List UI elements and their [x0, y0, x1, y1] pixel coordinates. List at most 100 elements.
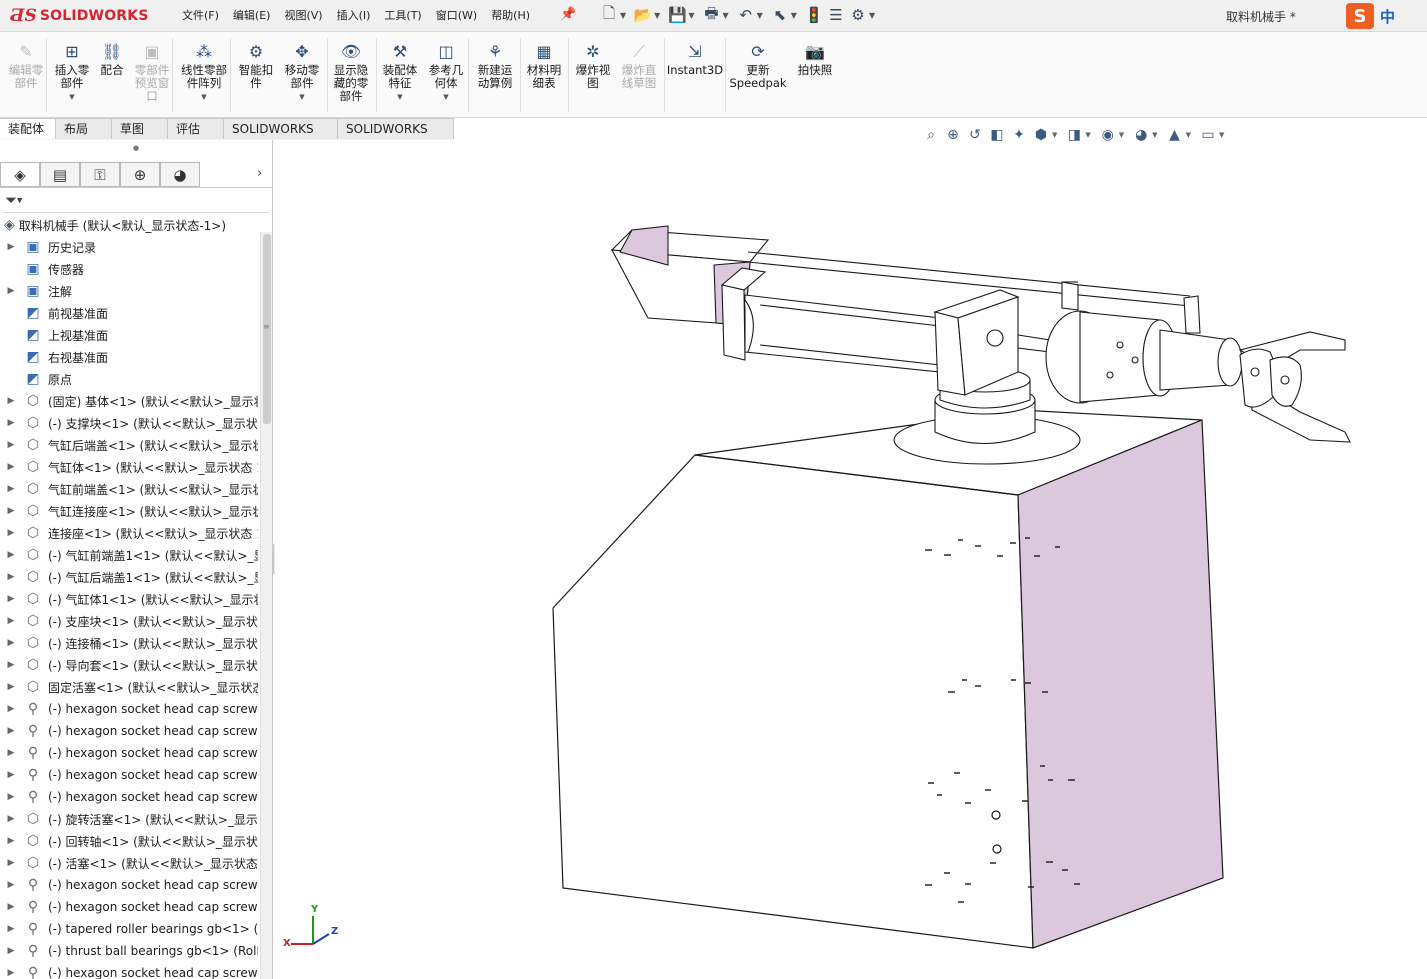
chevron-down-icon[interactable]: ▼: [1052, 131, 1057, 139]
explode-line-sketch-button[interactable]: ⟋ 爆炸直 线草图: [612, 42, 666, 90]
assembly-features-button[interactable]: ⚒ 装配体 特征 ▼: [374, 42, 426, 104]
tree-item[interactable]: ▶ ⬡ (-) 活塞<1> (默认<<默认>_显示状态 1: [0, 852, 258, 874]
expand-arrow-icon[interactable]: ▶: [0, 858, 22, 868]
menu-help[interactable]: 帮助(H): [491, 7, 530, 23]
insert-components-button[interactable]: ⊞ 插入零 部件 ▼: [46, 42, 98, 104]
tree-item[interactable]: ▶ ⬡ 连接座<1> (默认<<默认>_显示状态 1: [0, 522, 258, 544]
component-preview-button[interactable]: ▣ 零部件 预览窗 口: [126, 42, 178, 103]
expand-arrow-icon[interactable]: ▶: [0, 814, 22, 824]
tree-item[interactable]: ▶ ⚲ (-) hexagon socket head cap screws: [0, 962, 258, 979]
expand-arrow-icon[interactable]: ▶: [0, 748, 22, 758]
tab-1[interactable]: 布局: [56, 118, 112, 139]
tree-item[interactable]: ▶ ⬡ (-) 导向套<1> (默认<<默认>_显示状态: [0, 654, 258, 676]
ime-indicator[interactable]: S 中: [1346, 2, 1427, 30]
chevron-down-icon[interactable]: ▼: [722, 11, 728, 20]
tab-3[interactable]: 评估: [168, 118, 224, 139]
tree-item[interactable]: ▶ ⬡ 固定活塞<1> (默认<<默认>_显示状态: [0, 676, 258, 698]
section-view-icon[interactable]: ◧: [986, 124, 1008, 146]
tree-item[interactable]: ▶ ⬡ (固定) 基体<1> (默认<<默认>_显示状: [0, 390, 258, 412]
rotary-joint[interactable]: [1045, 295, 1243, 404]
expand-arrow-icon[interactable]: ▶: [0, 682, 22, 692]
expand-arrow-icon[interactable]: ▶: [0, 836, 22, 846]
chevron-down-icon[interactable]: ▼: [1219, 131, 1224, 139]
tree-item[interactable]: ▶ ⬡ 气缸连接座<1> (默认<<默认>_显示状: [0, 500, 258, 522]
expand-arrow-icon[interactable]: ▶: [0, 572, 22, 582]
smart-fasteners-button[interactable]: ⚙ 智能扣 件: [230, 42, 282, 90]
move-component-button[interactable]: ✥ 移动零 部件 ▼: [276, 42, 328, 104]
pin-menu-icon[interactable]: 📌: [560, 7, 576, 22]
tree-item[interactable]: ▶ ⚲ (-) hexagon socket head cap screws: [0, 698, 258, 720]
tree-item[interactable]: ▶ ⬡ 气缸体<1> (默认<<默认>_显示状态 1: [0, 456, 258, 478]
base-block[interactable]: [552, 409, 1224, 949]
select-icon[interactable]: ⬉: [769, 4, 791, 26]
expand-arrow-icon[interactable]: ▶: [0, 968, 22, 978]
view-orientation-icon[interactable]: ⬢: [1030, 124, 1052, 146]
menu-tools[interactable]: 工具(T): [384, 7, 421, 23]
tree-root-assembly[interactable]: ◈ 取料机械手 (默认<默认_显示状态-1>): [4, 216, 226, 234]
file-properties-icon[interactable]: ☰: [825, 4, 847, 26]
expand-arrow-icon[interactable]: ▶: [0, 704, 22, 714]
rebuild-icon[interactable]: 🚦: [803, 4, 825, 26]
dimxpert-manager-tab-icon[interactable]: ⊕: [120, 162, 160, 187]
expand-arrow-icon[interactable]: ▶: [0, 484, 22, 494]
tree-item[interactable]: ▶ ⚲ (-) hexagon socket head cap screws: [0, 720, 258, 742]
expand-arrow-icon[interactable]: ▶: [0, 242, 22, 252]
expand-arrow-icon[interactable]: ▶: [0, 638, 22, 648]
chevron-down-icon[interactable]: ▼: [688, 11, 694, 20]
chevron-right-icon[interactable]: ›: [257, 166, 262, 181]
gripper[interactable]: [1238, 331, 1351, 443]
property-manager-tab-icon[interactable]: ▤: [40, 162, 80, 187]
assembly-model-view[interactable]: [275, 140, 1427, 979]
expand-arrow-icon[interactable]: ▶: [0, 528, 22, 538]
chevron-down-icon[interactable]: ▼: [46, 91, 98, 104]
zoom-to-area-icon[interactable]: ⊕: [942, 124, 964, 146]
menu-insert[interactable]: 插入(I): [337, 7, 371, 23]
show-hidden-button[interactable]: 👁 显示隐 藏的零 部件: [325, 42, 377, 103]
tree-item[interactable]: ▶ ⬡ (-) 气缸体1<1> (默认<<默认>_显示状: [0, 588, 258, 610]
tree-scrollbar[interactable]: ≡: [260, 232, 272, 979]
tree-item[interactable]: ▶ ⚲ (-) hexagon socket head cap screws: [0, 786, 258, 808]
expand-arrow-icon[interactable]: ▶: [0, 440, 22, 450]
tree-item[interactable]: ▶ ⬡ (-) 支座块<1> (默认<<默认>_显示状态: [0, 610, 258, 632]
edit-component-button[interactable]: ✎ 编辑零 部件: [0, 42, 52, 90]
update-speedpak-button[interactable]: ⟳ 更新 Speedpak: [725, 42, 791, 90]
expand-arrow-icon[interactable]: ▶: [0, 418, 22, 428]
expand-arrow-icon[interactable]: ▶: [0, 462, 22, 472]
display-manager-tab-icon[interactable]: ◕: [160, 162, 200, 187]
apply-scene-icon[interactable]: ▲: [1164, 124, 1186, 146]
expand-arrow-icon[interactable]: ▶: [0, 880, 22, 890]
tree-item[interactable]: ▶ ⚲ (-) thrust ball bearings gb<1> (Rollir: [0, 940, 258, 962]
expand-arrow-icon[interactable]: ▶: [0, 286, 22, 296]
chevron-down-icon[interactable]: ▼: [620, 11, 626, 20]
menu-window[interactable]: 窗口(W): [436, 7, 477, 23]
view-settings-icon[interactable]: ▭: [1197, 124, 1219, 146]
tree-item[interactable]: ◩ 原点: [0, 368, 258, 390]
tree-item[interactable]: ▶ ⬡ (-) 回转轴<1> (默认<<默认>_显示状态: [0, 830, 258, 852]
tab-4[interactable]: SOLIDWORKS 插件: [224, 118, 338, 156]
tree-item[interactable]: ▶ ▣ 注解: [0, 280, 258, 302]
chevron-down-icon[interactable]: ▼: [869, 11, 875, 20]
tree-item[interactable]: ◩ 前视基准面: [0, 302, 258, 324]
print-icon[interactable]: 🖶: [700, 4, 722, 26]
linear-pattern-button[interactable]: ⁂ 线性零部 件阵列 ▼: [172, 42, 236, 104]
chevron-down-icon[interactable]: ▼: [420, 91, 472, 104]
chevron-down-icon[interactable]: ▼: [374, 91, 426, 104]
configuration-manager-tab-icon[interactable]: ⚿: [80, 162, 120, 187]
chevron-down-icon[interactable]: ▼: [1119, 131, 1124, 139]
zoom-to-fit-icon[interactable]: ⌕: [920, 124, 942, 146]
new-motion-study-button[interactable]: ⚘ 新建运 动算例: [468, 42, 522, 90]
graphics-area[interactable]: ⌕ ⊕ ↺ ◧ ✦ ⬢ ▼ ◨ ▼ ◉ ▼ ◕ ▼ ▲ ▼ ▭ ▼ Y X Z: [275, 127, 1427, 979]
previous-view-icon[interactable]: ↺: [964, 124, 986, 146]
undo-icon[interactable]: ↶: [735, 4, 757, 26]
chevron-down-icon[interactable]: ▼: [1152, 131, 1157, 139]
tree-filter[interactable]: ⏷▼: [3, 191, 270, 213]
tree-item[interactable]: ▶ ▣ 历史记录: [0, 236, 258, 258]
tree-item[interactable]: ▶ ⚲ (-) tapered roller bearings gb<1> (F: [0, 918, 258, 940]
tab-0[interactable]: 装配体: [0, 118, 56, 139]
expand-arrow-icon[interactable]: ▶: [0, 726, 22, 736]
chevron-down-icon[interactable]: ▼: [172, 91, 236, 104]
reference-geometry-button[interactable]: ◫ 参考几 何体 ▼: [420, 42, 472, 104]
expand-arrow-icon[interactable]: ▶: [0, 924, 22, 934]
expand-arrow-icon[interactable]: ▶: [0, 616, 22, 626]
expand-arrow-icon[interactable]: ▶: [0, 770, 22, 780]
